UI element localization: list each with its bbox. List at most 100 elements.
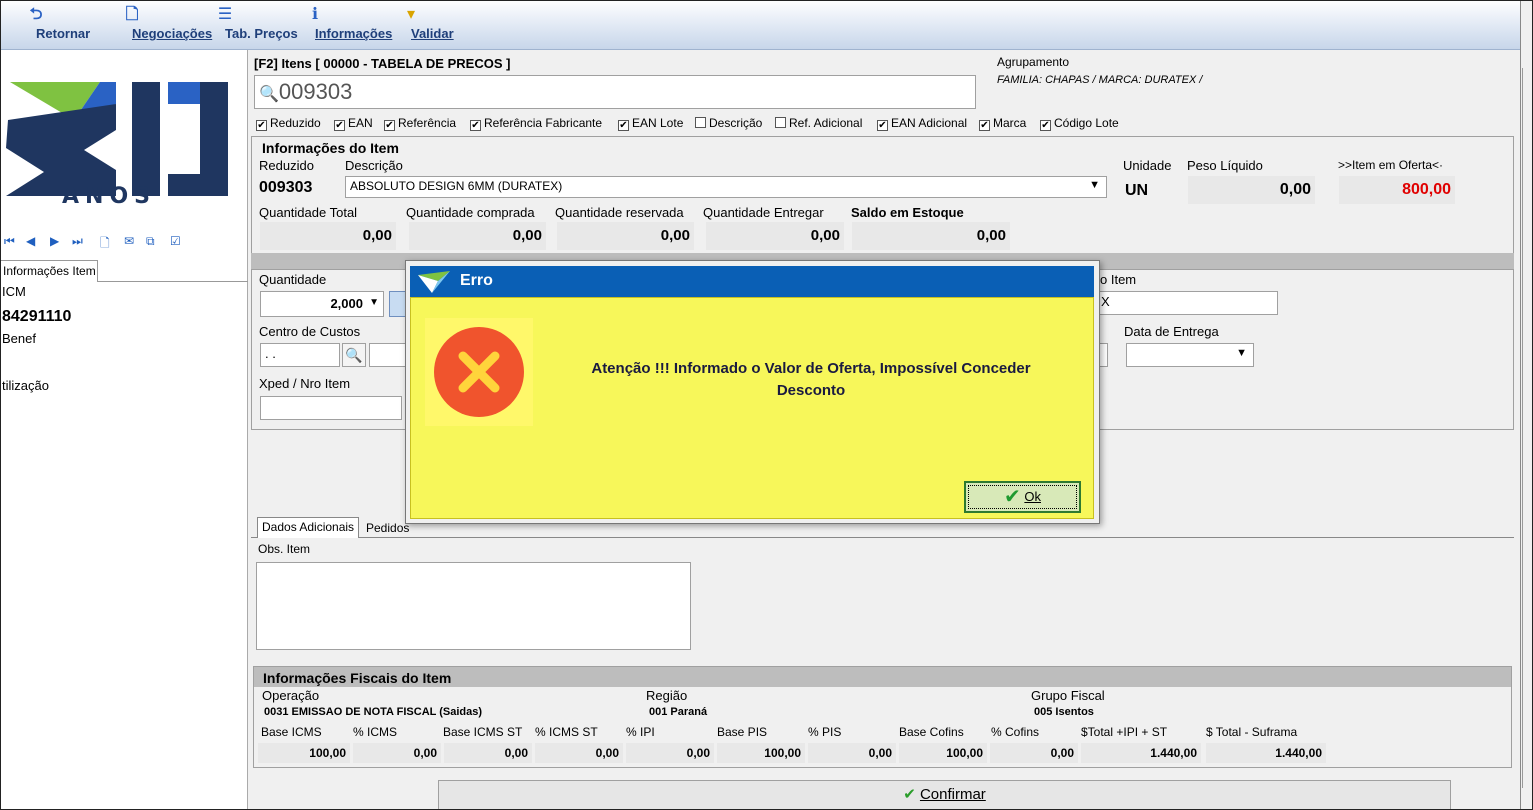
email-icon[interactable]: ✉: [124, 234, 134, 248]
search-input[interactable]: 🔍009303: [254, 75, 976, 109]
error-icon-box: [425, 318, 533, 426]
checkbox-label: Referência: [398, 116, 457, 130]
validar-button[interactable]: ▾ Validar: [386, 4, 454, 48]
info-icon: ℹ: [311, 6, 319, 23]
checkbox-box[interactable]: [695, 117, 706, 128]
descricao-label: Descrição: [345, 158, 403, 173]
checkbox-label: Marca: [993, 116, 1027, 130]
pct-icms-st-value: 0,00: [535, 743, 623, 763]
chevron-down-icon[interactable]: ▼: [1236, 347, 1247, 359]
tab-informacoes-item[interactable]: Informações Item: [0, 260, 98, 282]
confirmar-button[interactable]: ✔ Confirmar: [438, 780, 1451, 810]
descricao-select[interactable]: ABSOLUTO DESIGN 6MM (DURATEX) ▼: [345, 176, 1107, 198]
pct-pis-label: % PIS: [808, 725, 842, 739]
checkbox-referencia-fabricante[interactable]: ✔ Referência Fabricante: [470, 116, 602, 131]
qtd-reservada-label: Quantidade reservada: [555, 205, 684, 220]
grupo-fiscal-label: Grupo Fiscal: [1031, 688, 1105, 703]
grupo-fiscal-value: 005 Isentos: [1034, 706, 1094, 718]
checkbox-label: Referência Fabricante: [484, 116, 603, 130]
peso-liquido-value: 0,00: [1188, 176, 1315, 204]
checkbox-referencia[interactable]: ✔ Referência: [384, 116, 456, 131]
next-record-icon[interactable]: ▶: [50, 234, 59, 248]
checkbox-box[interactable]: ✔: [877, 120, 888, 131]
checkbox-ref-adicional[interactable]: Ref. Adicional: [775, 116, 862, 130]
xped-input[interactable]: [260, 396, 402, 420]
copy-icon[interactable]: ⧉: [146, 234, 155, 249]
checkbox-ean-lote[interactable]: ✔ EAN Lote: [618, 116, 683, 131]
search-icon[interactable]: 🔍: [342, 343, 366, 367]
pct-icms-st-label: % ICMS ST: [535, 725, 598, 739]
data-entrega-select[interactable]: ▼: [1126, 343, 1254, 367]
checkbox-ean[interactable]: ✔ EAN: [334, 116, 373, 131]
centro-custos-value: . .: [265, 346, 276, 361]
obs-item-textarea[interactable]: [256, 562, 691, 650]
agrupamento-label: Agrupamento: [997, 55, 1070, 69]
list-icon: ☰: [217, 6, 233, 23]
qtd-entregar-label: Quantidade Entregar: [703, 205, 824, 220]
base-pis-value: 100,00: [717, 743, 805, 763]
logo: ANOS: [4, 54, 242, 224]
checkbox-marca[interactable]: ✔ Marca: [979, 116, 1026, 131]
tab-precos-button[interactable]: ☰ Tab. Preços: [186, 4, 298, 48]
qtd-total-label: Quantidade Total: [259, 205, 358, 220]
ok-button[interactable]: ✔ Ok: [964, 481, 1081, 513]
quantidade-value: 2,000: [330, 296, 363, 311]
app-logo-icon: [418, 271, 450, 293]
tab-dados-adicionais[interactable]: Dados Adicionais: [257, 517, 359, 538]
centro-custos-label: Centro de Custos: [259, 324, 361, 339]
base-cofins-value: 100,00: [899, 743, 987, 763]
centro-custos-input[interactable]: . .: [260, 343, 340, 367]
previous-record-icon[interactable]: ◀: [26, 234, 35, 248]
checkbox-box[interactable]: ✔: [384, 120, 395, 131]
window-edge: [1520, 0, 1533, 810]
checklist-icon[interactable]: ☑: [170, 234, 181, 248]
checkbox-box[interactable]: [775, 117, 786, 128]
pct-icms-value: 0,00: [353, 743, 441, 763]
checkbox-box[interactable]: ✔: [256, 120, 267, 131]
ok-label: Ok: [1024, 489, 1041, 504]
total-suframa-value: 1.440,00: [1206, 743, 1326, 763]
peso-liquido-label: Peso Líquido: [1187, 158, 1263, 173]
checkbox-box[interactable]: ✔: [334, 120, 345, 131]
checkbox-box[interactable]: ✔: [1040, 120, 1051, 131]
checkbox-codigo-lote[interactable]: ✔ Código Lote: [1040, 116, 1119, 131]
pct-pis-value: 0,00: [808, 743, 896, 763]
checkbox-box[interactable]: ✔: [618, 120, 629, 131]
checkbox-descricao[interactable]: Descrição: [695, 116, 762, 130]
qtd-entregar-value: 0,00: [706, 222, 844, 250]
negociacoes-button[interactable]: 🗋 Negociações: [90, 4, 213, 48]
tab-divider: [98, 281, 248, 282]
scrollbar[interactable]: [1522, 68, 1532, 788]
checkbox-label: EAN Adicional: [891, 116, 968, 130]
new-record-icon[interactable]: 🗋: [100, 234, 110, 255]
retornar-button[interactable]: ⮌ Retornar: [4, 4, 91, 48]
validate-icon: ▾: [406, 6, 416, 23]
error-message: Atenção !!! Informado o Valor de Oferta,…: [591, 360, 1031, 399]
base-icms-label: Base ICMS: [261, 725, 322, 739]
pct-cofins-value: 0,00: [990, 743, 1078, 763]
pct-ipi-value: 0,00: [626, 743, 714, 763]
chevron-down-icon[interactable]: ▼: [369, 297, 379, 308]
chevron-down-icon[interactable]: ▼: [1089, 179, 1100, 191]
informacoes-button[interactable]: ℹ Informações: [272, 4, 392, 48]
checkbox-box[interactable]: ✔: [979, 120, 990, 131]
tipo-item-input[interactable]: X: [1096, 291, 1278, 315]
last-record-icon[interactable]: ⏭: [72, 234, 83, 249]
obs-item-label: Obs. Item: [258, 542, 311, 556]
return-arrow-icon: ⮌: [29, 6, 43, 23]
icm-label: ICM: [2, 284, 26, 299]
first-record-icon[interactable]: ⏮: [4, 234, 15, 249]
checkbox-box[interactable]: ✔: [470, 120, 481, 131]
base-pis-label: Base PIS: [717, 725, 768, 739]
centro-custos-desc-input[interactable]: [369, 343, 409, 367]
item-em-oferta-label: >>Item em Oferta<·: [1338, 158, 1444, 172]
checkbox-ean-adicional[interactable]: ✔ EAN Adicional: [877, 116, 967, 131]
checkbox-label: EAN Lote: [632, 116, 684, 130]
quantidade-input[interactable]: 2,000 ▼: [260, 291, 384, 317]
checkbox-reduzido[interactable]: ✔ Reduzido: [256, 116, 321, 131]
retornar-label: Retornar: [36, 26, 91, 41]
operacao-value: 0031 EMISSAO DE NOTA FISCAL (Saidas): [264, 706, 483, 718]
qtd-total-value: 0,00: [260, 222, 396, 250]
pct-ipi-label: % IPI: [626, 725, 655, 739]
checkbox-label: Ref. Adicional: [789, 116, 863, 130]
